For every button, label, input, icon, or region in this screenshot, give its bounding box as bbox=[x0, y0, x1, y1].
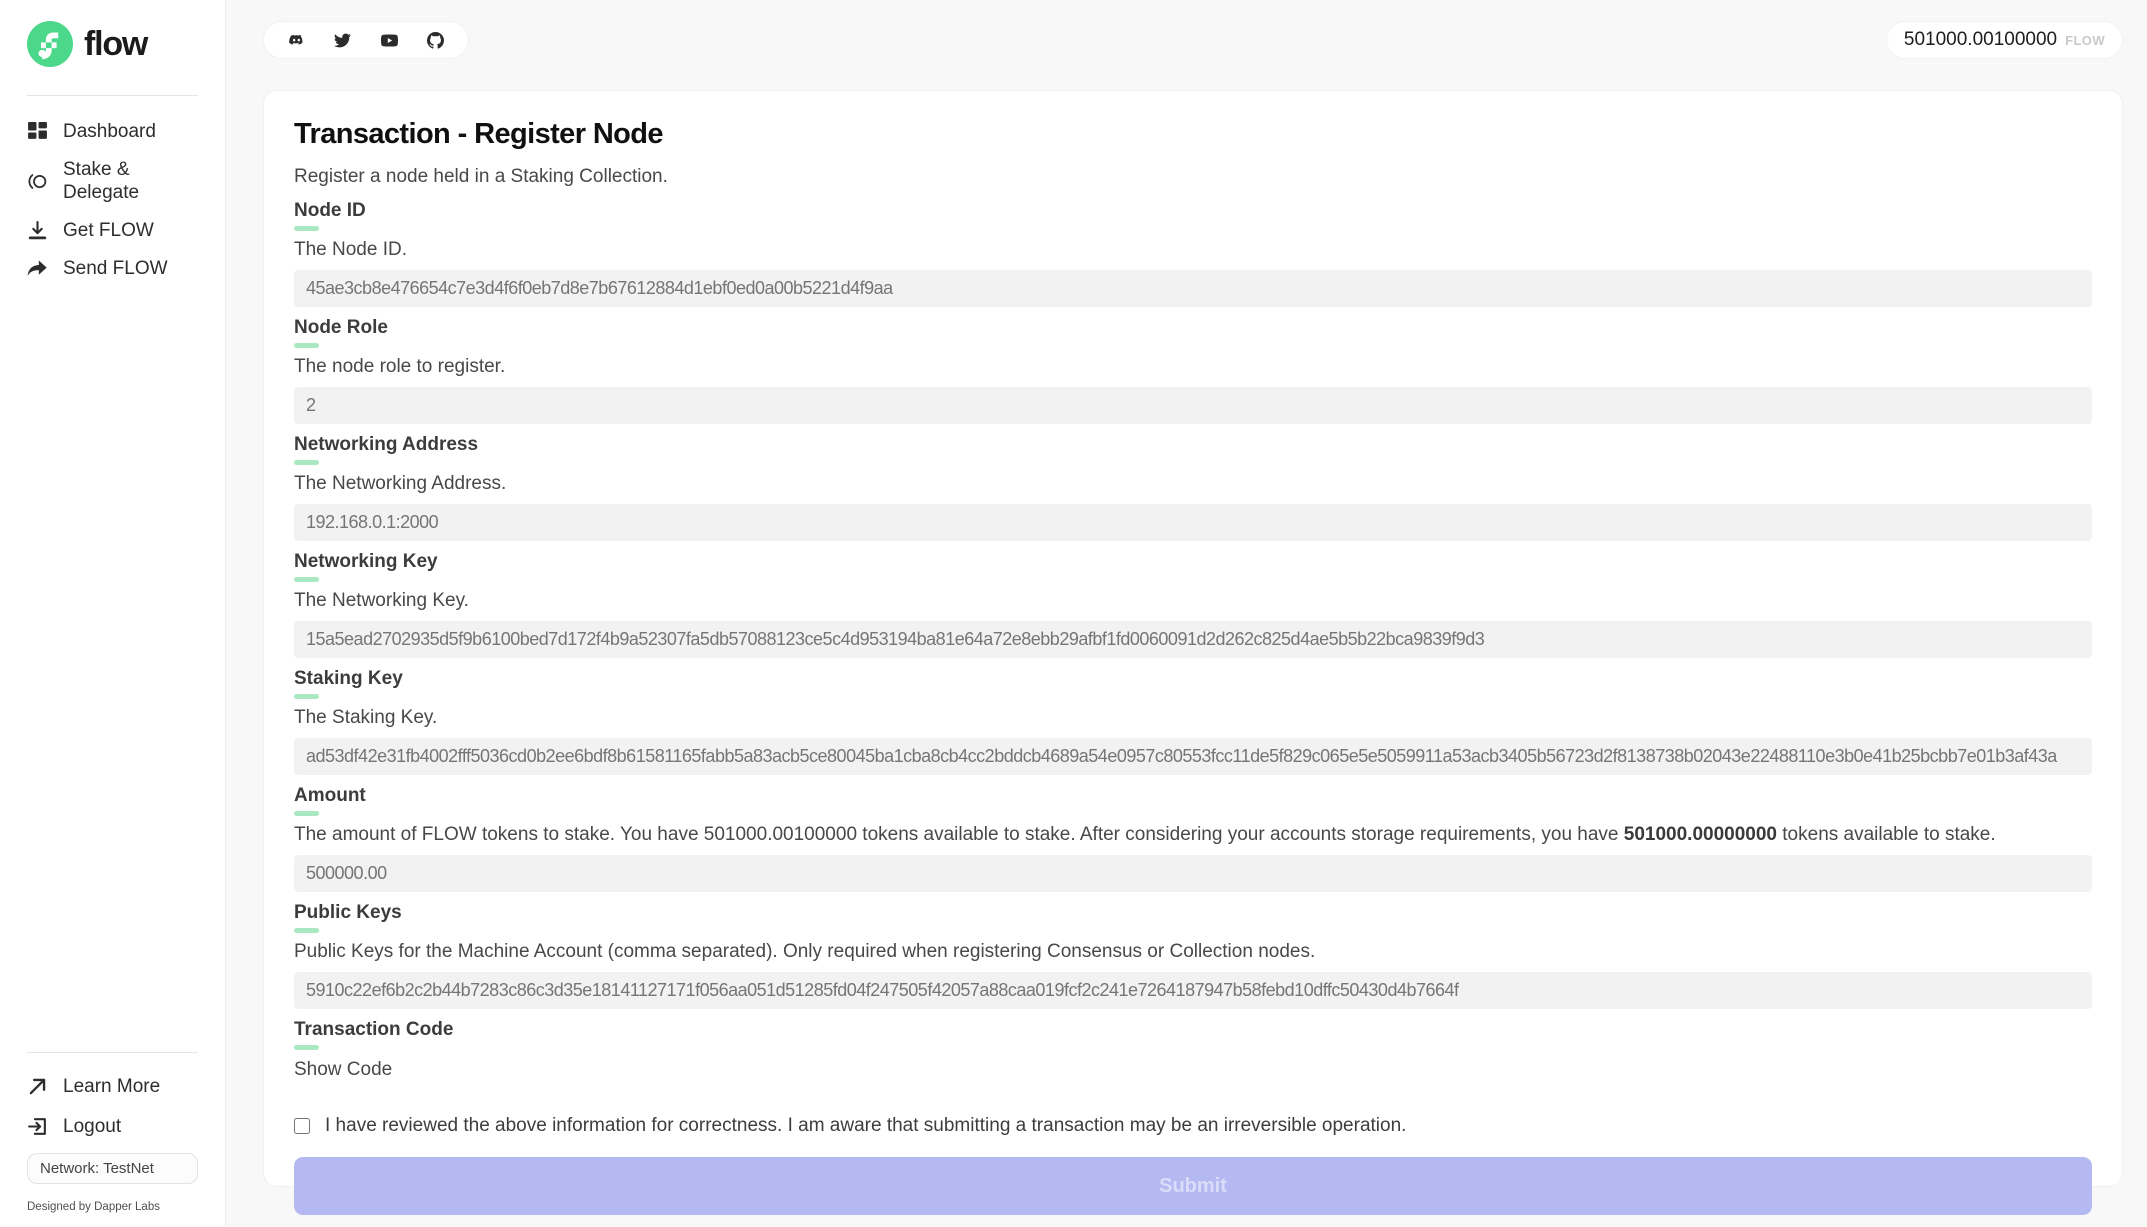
sidebar-divider-top bbox=[27, 95, 198, 96]
available-to-stake-amount: 501000.00000000 bbox=[1624, 824, 1777, 845]
field-public-keys: Public Keys Public Keys for the Machine … bbox=[294, 902, 2092, 1009]
staking-key-input[interactable] bbox=[294, 738, 2092, 775]
download-icon bbox=[27, 220, 48, 241]
confirmation-checkbox[interactable] bbox=[294, 1118, 310, 1134]
social-links-pill bbox=[263, 21, 469, 59]
field-networking-key: Networking Key The Networking Key. bbox=[294, 551, 2092, 658]
page-title: Transaction - Register Node bbox=[294, 118, 2092, 151]
sidebar-item-stake-delegate[interactable]: Stake & Delegate bbox=[27, 158, 198, 204]
sidebar-item-send-flow[interactable]: Send FLOW bbox=[27, 257, 198, 280]
page-subtitle: Register a node held in a Staking Collec… bbox=[294, 166, 2092, 188]
sidebar-item-dashboard[interactable]: Dashboard bbox=[27, 120, 198, 143]
confirmation-row: I have reviewed the above information fo… bbox=[294, 1115, 2092, 1137]
field-label: Networking Address bbox=[294, 434, 2092, 456]
field-label: Node Role bbox=[294, 317, 2092, 339]
networking-key-input[interactable] bbox=[294, 621, 2092, 658]
green-underline bbox=[294, 460, 319, 465]
field-networking-address: Networking Address The Networking Addres… bbox=[294, 434, 2092, 541]
field-node-role: Node Role The node role to register. bbox=[294, 317, 2092, 424]
show-code-toggle[interactable]: Show Code bbox=[294, 1059, 392, 1081]
node-id-input[interactable] bbox=[294, 270, 2092, 307]
sidebar-item-logout[interactable]: Logout bbox=[27, 1115, 198, 1138]
flow-logo-icon bbox=[27, 21, 73, 67]
account-balance-pill: 501000.00100000 FLOW bbox=[1886, 21, 2123, 59]
github-icon[interactable] bbox=[426, 30, 446, 50]
field-label: Public Keys bbox=[294, 902, 2092, 924]
field-label: Networking Key bbox=[294, 551, 2092, 573]
field-description: Public Keys for the Machine Account (com… bbox=[294, 940, 2092, 964]
stake-rings-icon bbox=[27, 171, 48, 192]
field-label: Transaction Code bbox=[294, 1019, 2092, 1041]
designed-by-credit: Designed by Dapper Labs bbox=[27, 1201, 198, 1213]
green-underline bbox=[294, 343, 319, 348]
field-description: The Networking Key. bbox=[294, 589, 2092, 613]
green-underline bbox=[294, 577, 319, 582]
sidebar-item-label: Logout bbox=[63, 1115, 121, 1138]
green-underline bbox=[294, 694, 319, 699]
sidebar: flow Dashboard Stake & Delegate bbox=[0, 0, 226, 1227]
field-transaction-code: Transaction Code Show Code bbox=[294, 1019, 2092, 1081]
sidebar-item-learn-more[interactable]: Learn More bbox=[27, 1075, 198, 1098]
green-underline bbox=[294, 928, 319, 933]
green-underline bbox=[294, 226, 319, 231]
field-description: The Node ID. bbox=[294, 238, 2092, 262]
sidebar-divider-bottom bbox=[27, 1052, 198, 1053]
logout-icon bbox=[27, 1116, 48, 1137]
field-label: Staking Key bbox=[294, 668, 2092, 690]
twitter-icon[interactable] bbox=[333, 30, 353, 50]
balance-currency-label: FLOW bbox=[2065, 33, 2105, 48]
field-description: The node role to register. bbox=[294, 355, 2092, 379]
networking-address-input[interactable] bbox=[294, 504, 2092, 541]
field-node-id: Node ID The Node ID. bbox=[294, 200, 2092, 307]
transaction-card: Transaction - Register Node Register a n… bbox=[263, 90, 2123, 1187]
sidebar-item-label: Dashboard bbox=[63, 120, 156, 143]
brand-name: flow bbox=[84, 25, 147, 64]
main-area: 501000.00100000 FLOW Transaction - Regis… bbox=[226, 0, 2147, 1227]
field-label: Node ID bbox=[294, 200, 2092, 222]
confirmation-label: I have reviewed the above information fo… bbox=[325, 1115, 1406, 1137]
field-staking-key: Staking Key The Staking Key. bbox=[294, 668, 2092, 775]
field-description: The Networking Address. bbox=[294, 472, 2092, 496]
youtube-icon[interactable] bbox=[379, 30, 399, 50]
field-description: The Staking Key. bbox=[294, 706, 2092, 730]
sidebar-item-label: Send FLOW bbox=[63, 257, 168, 280]
discord-icon[interactable] bbox=[286, 30, 306, 50]
green-underline bbox=[294, 1045, 319, 1050]
network-badge: Network: TestNet bbox=[27, 1153, 198, 1184]
dashboard-grid-icon bbox=[27, 121, 48, 142]
field-label: Amount bbox=[294, 785, 2092, 807]
submit-button[interactable]: Submit bbox=[294, 1157, 2092, 1215]
public-keys-input[interactable] bbox=[294, 972, 2092, 1009]
green-underline bbox=[294, 811, 319, 816]
balance-amount: 501000.00100000 bbox=[1904, 29, 2057, 51]
sidebar-nav: Dashboard Stake & Delegate Get FLOW bbox=[0, 120, 225, 280]
send-arrow-icon bbox=[27, 258, 48, 279]
flow-logo: flow bbox=[0, 21, 225, 67]
amount-input[interactable] bbox=[294, 855, 2092, 892]
sidebar-footer: Learn More Logout Network: TestNet Desig… bbox=[0, 1052, 225, 1213]
sidebar-item-get-flow[interactable]: Get FLOW bbox=[27, 219, 198, 242]
topbar: 501000.00100000 FLOW bbox=[263, 21, 2123, 59]
sidebar-item-label: Get FLOW bbox=[63, 219, 154, 242]
node-role-input[interactable] bbox=[294, 387, 2092, 424]
sidebar-item-label: Stake & Delegate bbox=[63, 158, 198, 204]
field-description: The amount of FLOW tokens to stake. You … bbox=[294, 823, 2092, 847]
field-amount: Amount The amount of FLOW tokens to stak… bbox=[294, 785, 2092, 892]
sidebar-item-label: Learn More bbox=[63, 1075, 160, 1098]
external-link-icon bbox=[27, 1076, 48, 1097]
